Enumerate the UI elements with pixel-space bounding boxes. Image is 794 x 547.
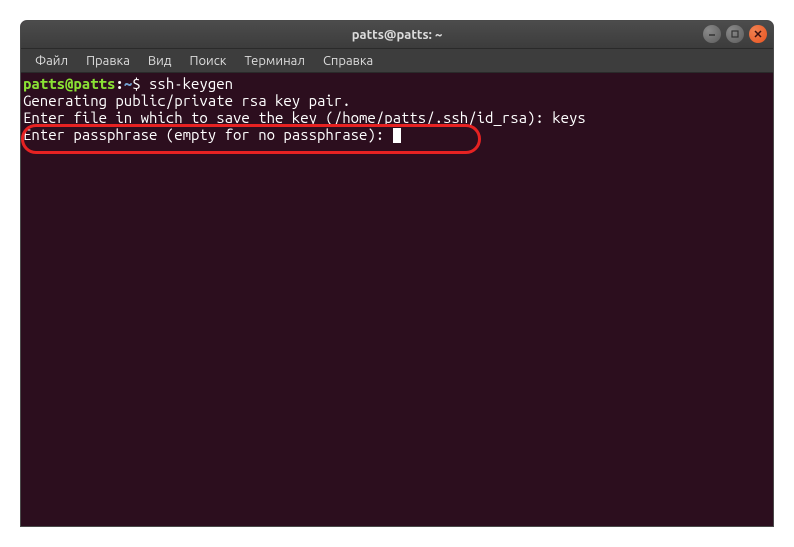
menu-edit[interactable]: Правка: [78, 52, 138, 70]
window-controls: [703, 25, 767, 43]
minimize-icon: [707, 29, 717, 39]
output-line-2: Enter file in which to save the key (/ho…: [23, 109, 771, 126]
prompt-user-host: patts@patts: [23, 75, 115, 92]
terminal-body[interactable]: patts@patts:~$ ssh-keygenGenerating publ…: [21, 73, 773, 526]
menu-search[interactable]: Поиск: [181, 52, 234, 70]
close-icon: [753, 29, 763, 39]
close-button[interactable]: [749, 25, 767, 43]
menu-view[interactable]: Вид: [140, 52, 180, 70]
menu-file[interactable]: Файл: [27, 52, 76, 70]
menubar: Файл Правка Вид Поиск Терминал Справка: [21, 49, 773, 73]
command-text: ssh-keygen: [149, 75, 233, 92]
prompt-colon: :: [115, 75, 123, 92]
prompt-dollar: $: [132, 75, 149, 92]
window-title: patts@patts: ~: [352, 28, 443, 42]
prompt-path: ~: [124, 75, 132, 92]
maximize-icon: [730, 29, 740, 39]
passphrase-prompt: Enter passphrase (empty for no passphras…: [23, 126, 393, 143]
output-line-3: Enter passphrase (empty for no passphras…: [23, 126, 771, 143]
prompt-line: patts@patts:~$ ssh-keygen: [23, 75, 771, 92]
minimize-button[interactable]: [703, 25, 721, 43]
maximize-button[interactable]: [726, 25, 744, 43]
output-line-1: Generating public/private rsa key pair.: [23, 92, 771, 109]
cursor-icon: [393, 128, 401, 143]
titlebar[interactable]: patts@patts: ~: [21, 21, 773, 49]
menu-help[interactable]: Справка: [315, 52, 381, 70]
menu-terminal[interactable]: Терминал: [236, 52, 312, 70]
terminal-window: patts@patts: ~ Файл Правка Вид Поиск Тер…: [20, 20, 774, 527]
